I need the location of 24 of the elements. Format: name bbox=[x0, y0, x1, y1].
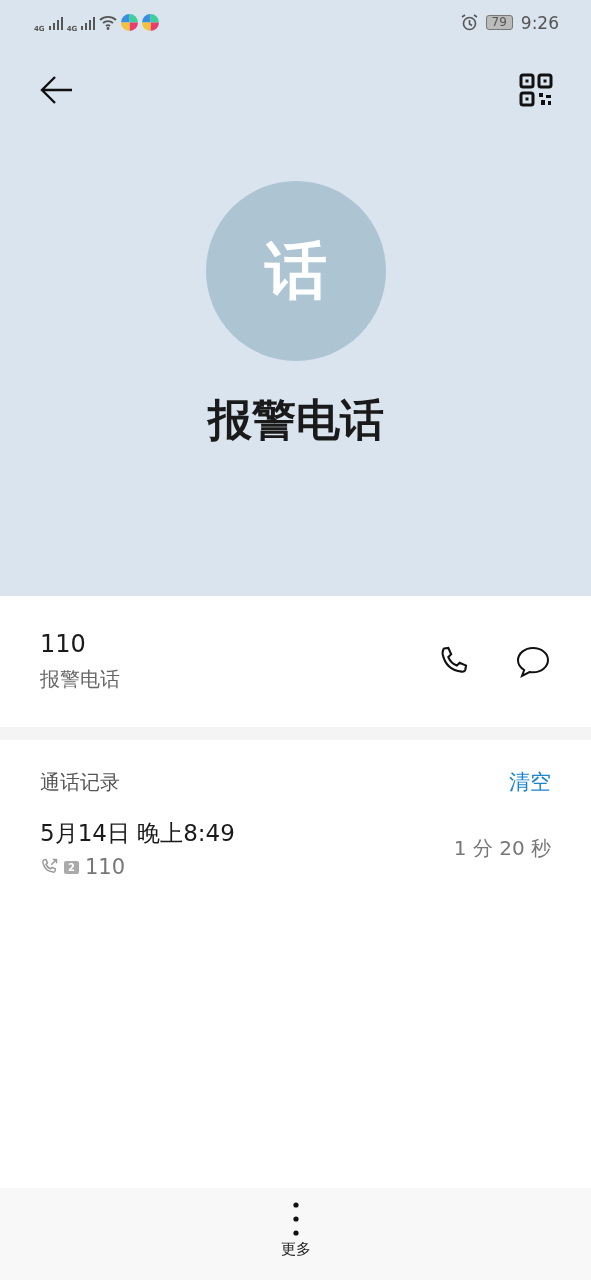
more-button[interactable]: 更多 bbox=[280, 1188, 311, 1280]
alarm-icon bbox=[460, 14, 478, 31]
outgoing-call-icon bbox=[40, 858, 58, 876]
back-icon[interactable] bbox=[40, 75, 74, 105]
phone-number: 110 bbox=[40, 630, 87, 658]
battery-indicator: 79 bbox=[485, 15, 513, 30]
call-number: 110 bbox=[84, 855, 126, 879]
qr-code-icon[interactable] bbox=[519, 73, 553, 107]
section-title: 通话记录 bbox=[40, 768, 120, 796]
more-icon bbox=[292, 1202, 299, 1236]
call-time: 5月14日 晚上8:49 bbox=[40, 819, 235, 848]
contact-avatar: 话 bbox=[205, 181, 386, 361]
call-duration: 1 分 20 秒 bbox=[453, 835, 551, 862]
signal-icon bbox=[48, 15, 63, 30]
sim-badge: 2 bbox=[64, 860, 79, 874]
contact-name: 报警电话 bbox=[207, 393, 384, 447]
wifi-icon bbox=[99, 15, 118, 30]
app-icon bbox=[142, 14, 160, 31]
app-icon bbox=[121, 14, 139, 31]
clear-button[interactable]: 清空 bbox=[509, 768, 551, 796]
signal-icon bbox=[81, 15, 96, 30]
message-icon[interactable] bbox=[515, 644, 551, 679]
number-label: 报警电话 bbox=[40, 666, 120, 693]
clock-time: 9:26 bbox=[520, 12, 559, 33]
